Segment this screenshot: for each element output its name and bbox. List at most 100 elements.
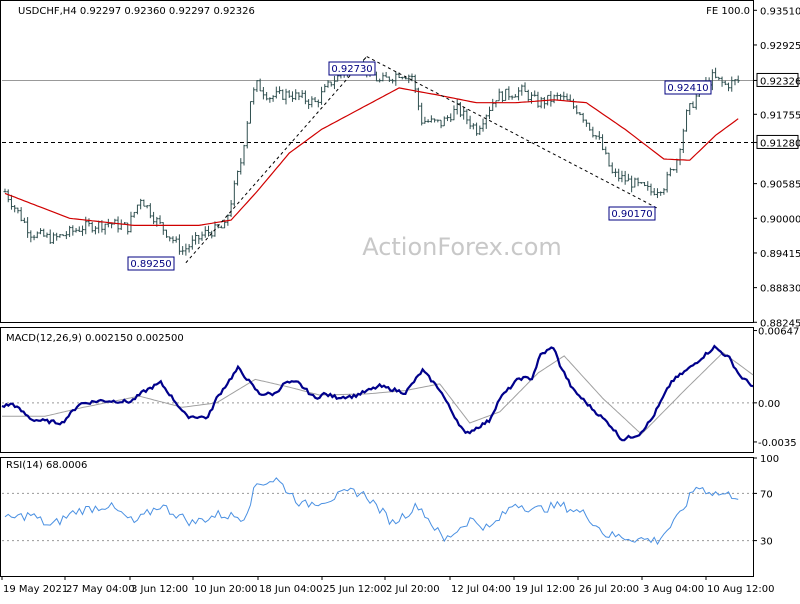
price-y-tick: 0.88830 xyxy=(753,284,800,295)
price-panel-frame xyxy=(0,0,754,323)
price-bar xyxy=(81,225,85,236)
x-tick-label: 12 Jul 04:00 xyxy=(451,584,511,595)
annotation-label: 0.90170 xyxy=(611,209,652,220)
price-bar xyxy=(723,80,727,86)
price-bar xyxy=(329,81,333,87)
price-bar xyxy=(268,97,272,103)
price-bar xyxy=(552,94,556,104)
x-tick: 19 May 2021 xyxy=(1,576,68,595)
price-bar xyxy=(110,222,114,229)
price-bar xyxy=(584,119,588,127)
price-bar xyxy=(510,95,514,100)
price-bar xyxy=(6,189,10,203)
price-bar xyxy=(71,225,75,236)
price-bar xyxy=(500,91,504,103)
price-bar xyxy=(51,232,55,244)
price-bar xyxy=(313,96,317,103)
price-bar xyxy=(562,91,566,101)
macd-y-tick-label: -0.0035 xyxy=(758,438,797,449)
price-bar xyxy=(187,244,191,253)
x-tick: 25 Jun 12:00 xyxy=(321,576,387,595)
price-bar xyxy=(271,95,275,102)
price-bar xyxy=(129,211,133,233)
price-bar xyxy=(475,122,479,136)
x-tick-label: 3 Jun 12:00 xyxy=(131,584,188,595)
price-bar xyxy=(681,128,685,154)
price-bar xyxy=(93,226,97,235)
price-y-tick-label: 0.91755 xyxy=(760,110,800,121)
price-bar xyxy=(245,121,249,149)
macd-y-tick: 0.006473 xyxy=(753,327,800,338)
price-bar xyxy=(694,92,698,110)
price-bar xyxy=(665,171,669,193)
price-bar xyxy=(139,198,143,210)
price-bar xyxy=(294,89,298,101)
x-tick: 10 Jun 20:00 xyxy=(192,576,258,595)
price-bar xyxy=(720,76,724,87)
price-bar xyxy=(439,119,443,129)
x-tick: 2 Jul 20:00 xyxy=(384,576,440,595)
price-bar xyxy=(429,115,433,123)
price-bar xyxy=(203,226,207,238)
price-bar xyxy=(274,86,278,99)
price-y-tick-label: 0.89415 xyxy=(760,249,800,260)
price-bar xyxy=(471,123,475,130)
price-bar xyxy=(571,98,575,110)
price-bar xyxy=(488,106,491,120)
price-bar xyxy=(594,135,598,140)
price-bar xyxy=(539,96,543,109)
price-bar xyxy=(281,89,285,100)
price-y-tick-label: 0.88830 xyxy=(760,284,800,295)
price-bar xyxy=(462,107,466,120)
price-bar xyxy=(617,168,621,182)
price-bar xyxy=(542,97,546,109)
price-bar xyxy=(685,109,689,132)
price-bar xyxy=(284,88,288,105)
price-annotation: 0.92730 xyxy=(328,61,376,76)
price-bar xyxy=(520,84,524,96)
price-bar xyxy=(533,90,537,97)
rsi-title: RSI(14) 68.0006 xyxy=(6,460,87,471)
price-bar xyxy=(297,92,301,101)
price-bar xyxy=(433,118,437,123)
price-bar xyxy=(9,194,13,210)
price-bar xyxy=(184,243,188,256)
price-bar xyxy=(387,76,391,83)
price-bar xyxy=(58,234,62,238)
macd-layer xyxy=(1,344,754,442)
x-tick-label: 3 Aug 04:00 xyxy=(643,584,704,595)
price-bar xyxy=(478,125,482,136)
price-bar xyxy=(39,228,43,235)
x-tick-label: 10 Aug 12:00 xyxy=(707,584,774,595)
price-bar xyxy=(649,183,653,196)
price-bar xyxy=(32,234,36,241)
price-annotation: 0.90170 xyxy=(608,206,656,221)
fe-label: FE 100.0 xyxy=(706,6,750,17)
x-tick: 26 Jul 20:00 xyxy=(577,576,639,595)
price-bar xyxy=(536,91,540,108)
chart-window: 0.89250 0.92730 0.90170 0.92410 0.93510 0.92… xyxy=(0,0,800,600)
price-bar xyxy=(278,86,282,94)
macd-y-tick-label: 0.006473 xyxy=(758,327,800,338)
price-bar xyxy=(494,100,498,108)
price-bar xyxy=(691,101,695,108)
price-bar xyxy=(659,191,663,196)
price-bar xyxy=(174,236,178,243)
price-bar xyxy=(236,170,240,186)
x-tick-label: 2 Jul 20:00 xyxy=(386,584,440,595)
price-bar xyxy=(35,231,39,239)
price-annotation: 0.92410 xyxy=(664,80,712,95)
x-tick: 3 Jun 12:00 xyxy=(129,576,188,595)
price-bar xyxy=(662,188,666,195)
price-bar xyxy=(55,232,59,241)
price-bar xyxy=(449,113,453,123)
price-bar xyxy=(145,205,149,209)
macd-y-tick: -0.0035 xyxy=(753,438,797,449)
x-tick-label: 26 Jul 20:00 xyxy=(579,584,639,595)
price-bar xyxy=(526,89,530,103)
price-y-tick: 0.90585 xyxy=(753,180,800,191)
price-bar xyxy=(452,105,456,121)
price-bar xyxy=(581,112,585,123)
x-tick: 3 Aug 04:00 xyxy=(641,576,704,595)
price-bar xyxy=(323,84,327,93)
